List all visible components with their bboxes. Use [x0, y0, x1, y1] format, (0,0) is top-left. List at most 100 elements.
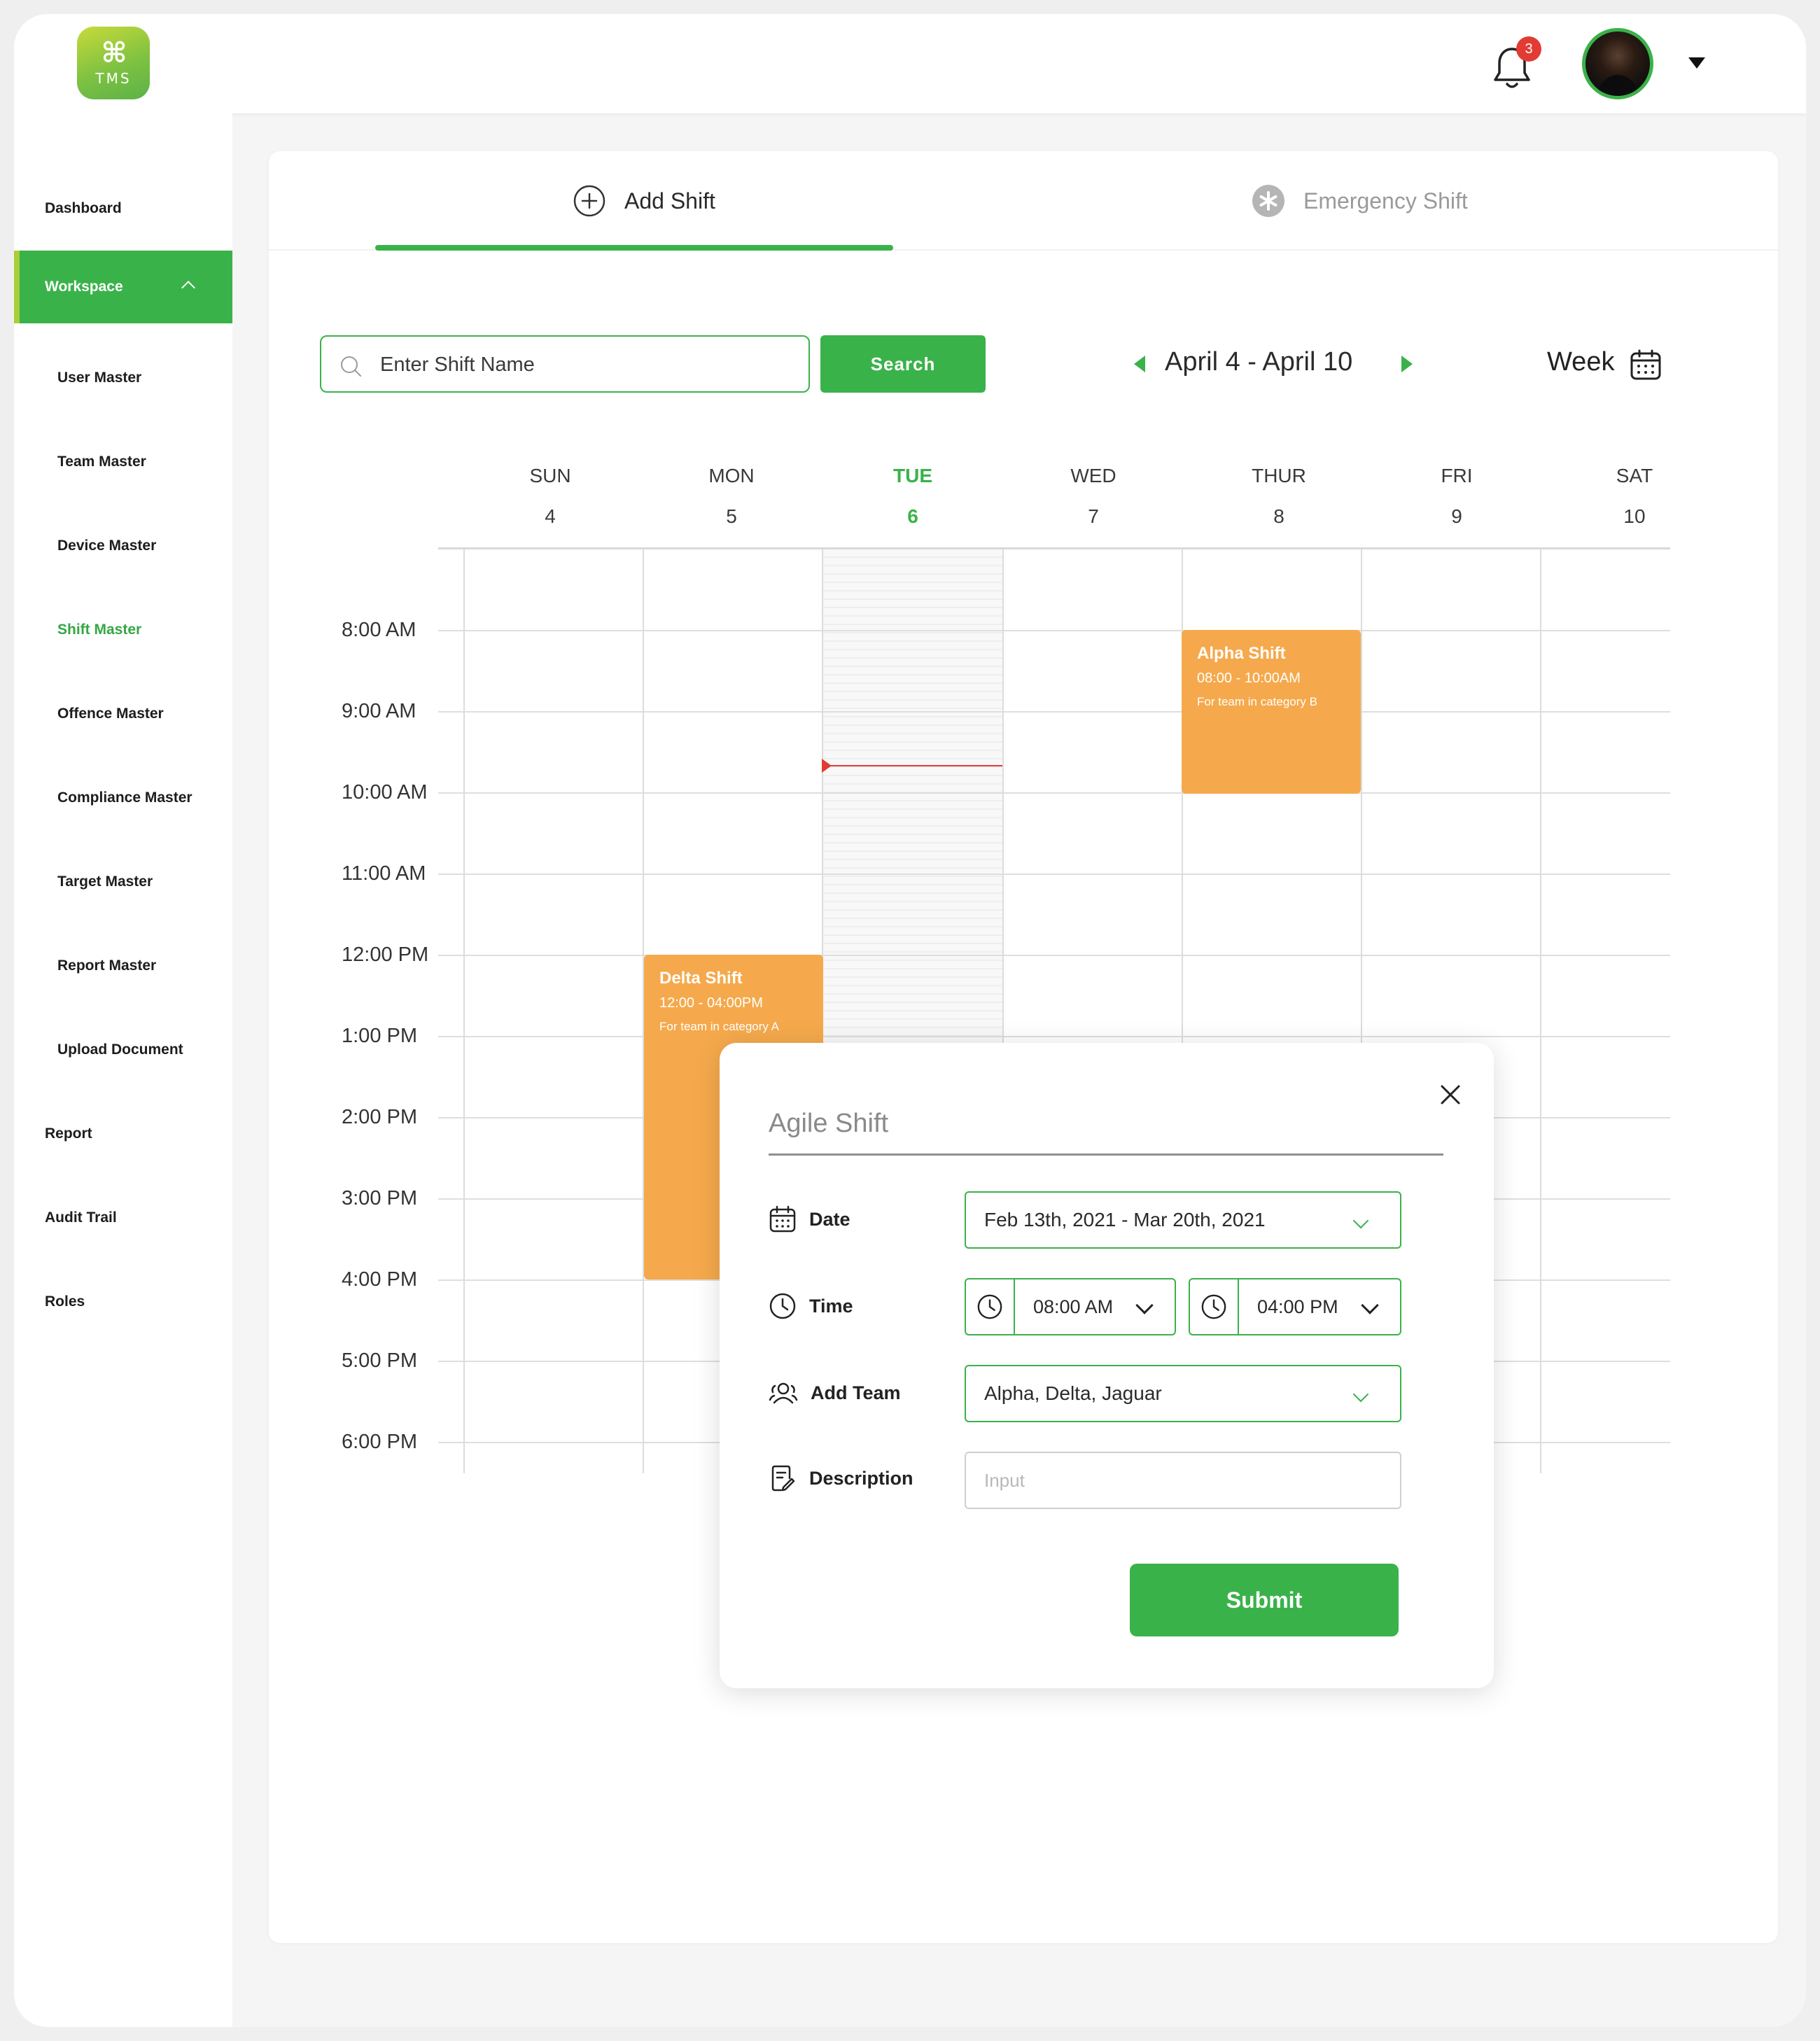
sidebar-item-offence-master[interactable]: Offence Master: [14, 678, 232, 750]
day-name: WED: [1070, 465, 1116, 486]
search-box: [320, 335, 810, 393]
team-icon: [769, 1382, 798, 1404]
view-mode-label[interactable]: Week: [1547, 347, 1614, 377]
current-time-line: [823, 765, 1002, 766]
event-description: For team in category B: [1197, 695, 1317, 708]
description-label: Description: [769, 1464, 913, 1492]
hour-line: [438, 630, 1670, 631]
sidebar-item-compliance-master[interactable]: Compliance Master: [14, 762, 232, 834]
clock-icon: [769, 1293, 796, 1319]
sidebar-item-target-master[interactable]: Target Master: [14, 846, 232, 918]
date-range-label: April 4 - April 10: [1165, 347, 1353, 377]
day-name: SAT: [1616, 465, 1653, 486]
account-dropdown-icon[interactable]: [1688, 57, 1705, 69]
chevron-down-icon: [1361, 1296, 1379, 1314]
day-separator: [463, 549, 465, 1473]
title-underline: [769, 1153, 1443, 1156]
search-button[interactable]: Search: [820, 335, 986, 393]
sidebar-item-team-master[interactable]: Team Master: [14, 426, 232, 498]
event-description: For team in category A: [659, 1020, 780, 1033]
submit-button[interactable]: Submit: [1130, 1564, 1399, 1636]
shift-name-title[interactable]: Agile Shift: [769, 1109, 888, 1139]
event-title: Delta Shift: [659, 969, 743, 988]
time-label: 11:00 AM: [342, 862, 426, 885]
tab-add-shift-label: Add Shift: [624, 188, 715, 213]
day-date: 4: [545, 505, 556, 527]
time-label: 2:00 PM: [342, 1106, 417, 1128]
day-name: SUN: [529, 465, 571, 486]
chevron-down-icon: [1352, 1212, 1369, 1229]
calendar-header-divider: [438, 547, 1670, 549]
time-label: 8:00 AM: [342, 619, 416, 641]
sidebar-item-audit-trail[interactable]: Audit Trail: [14, 1181, 232, 1254]
day-date: 7: [1088, 505, 1099, 527]
date-range-select[interactable]: Feb 13th, 2021 - Mar 20th, 2021: [965, 1191, 1401, 1249]
time-label: 6:00 PM: [342, 1431, 417, 1453]
chevron-up-icon: [181, 281, 195, 295]
chevron-down-icon: [1352, 1386, 1369, 1403]
end-time-value: 04:00 PM: [1257, 1296, 1338, 1317]
clock-icon: [1190, 1279, 1239, 1334]
today-column: [823, 549, 1002, 1053]
sidebar-item-upload-document[interactable]: Upload Document: [14, 1014, 232, 1086]
hour-line: [438, 955, 1670, 956]
chevron-down-icon: [1135, 1296, 1154, 1314]
notification-badge: 3: [1516, 36, 1541, 62]
tms-logo[interactable]: ⌘ TMS: [77, 27, 150, 99]
day-date: 8: [1273, 505, 1284, 527]
plus-circle-icon: [573, 185, 606, 217]
active-tab-indicator: [375, 245, 893, 251]
document-edit-icon: [771, 1465, 795, 1492]
shift-modal: Agile Shift Date Feb 13th, 2021 - Mar 20…: [720, 1043, 1494, 1688]
tab-emergency-shift[interactable]: Emergency Shift: [1252, 151, 1468, 251]
sidebar-item-shift-master[interactable]: Shift Master: [14, 594, 232, 666]
time-label: 4:00 PM: [342, 1268, 417, 1291]
description-input[interactable]: [966, 1453, 1400, 1508]
sidebar-item-roles[interactable]: Roles: [14, 1265, 232, 1338]
current-time-marker-icon: [822, 759, 832, 773]
app-frame: ⌘ TMS 3 Dashboard Workspace User Master …: [14, 14, 1806, 2027]
sidebar-item-user-master[interactable]: User Master: [14, 342, 232, 414]
event-time: 12:00 - 04:00PM: [659, 995, 763, 1011]
logo-text: TMS: [95, 70, 132, 87]
sidebar-item-report-master[interactable]: Report Master: [14, 930, 232, 1002]
avatar[interactable]: [1582, 28, 1653, 99]
time-label: 10:00 AM: [342, 781, 428, 804]
day-name: FRI: [1441, 465, 1473, 486]
description-label-text: Description: [809, 1467, 913, 1489]
day-date: 10: [1623, 505, 1646, 527]
time-label-text: Time: [809, 1295, 853, 1317]
start-time-value: 08:00 AM: [1033, 1296, 1114, 1317]
day-date-today: 6: [907, 505, 918, 527]
sidebar-item-workspace[interactable]: Workspace: [14, 251, 232, 323]
close-icon[interactable]: [1438, 1082, 1463, 1107]
sidebar-item-dashboard[interactable]: Dashboard: [14, 172, 232, 245]
event-time: 08:00 - 10:00AM: [1197, 671, 1301, 686]
day-date: 5: [726, 505, 737, 527]
event-title: Alpha Shift: [1197, 644, 1286, 663]
date-range-value: Feb 13th, 2021 - Mar 20th, 2021: [984, 1209, 1266, 1230]
day-name: MON: [708, 465, 755, 486]
search-input[interactable]: [380, 346, 793, 383]
event-alpha-shift[interactable]: Alpha Shift 08:00 - 10:00AM For team in …: [1182, 630, 1361, 794]
emergency-asterisk-icon: [1252, 185, 1284, 217]
team-label: Add Team: [769, 1379, 901, 1407]
start-time-select[interactable]: 08:00 AM: [965, 1278, 1176, 1335]
next-week-icon[interactable]: [1401, 356, 1413, 372]
calendar-icon: [769, 1205, 796, 1233]
calendar-icon[interactable]: [1630, 349, 1662, 381]
team-select[interactable]: Alpha, Delta, Jaguar: [965, 1365, 1401, 1422]
sidebar-item-report[interactable]: Report: [14, 1097, 232, 1170]
time-label: 3:00 PM: [342, 1187, 417, 1209]
end-time-select[interactable]: 04:00 PM: [1189, 1278, 1401, 1335]
day-name: THUR: [1252, 465, 1306, 486]
time-label: Time: [769, 1292, 853, 1320]
time-label: 12:00 PM: [342, 944, 429, 966]
date-label-text: Date: [809, 1208, 850, 1230]
tab-add-shift[interactable]: Add Shift: [573, 151, 715, 251]
sidebar-item-device-master[interactable]: Device Master: [14, 510, 232, 582]
hour-line: [438, 1036, 1670, 1037]
hour-line: [438, 711, 1670, 713]
day-date: 9: [1451, 505, 1462, 527]
prev-week-icon[interactable]: [1134, 356, 1145, 372]
